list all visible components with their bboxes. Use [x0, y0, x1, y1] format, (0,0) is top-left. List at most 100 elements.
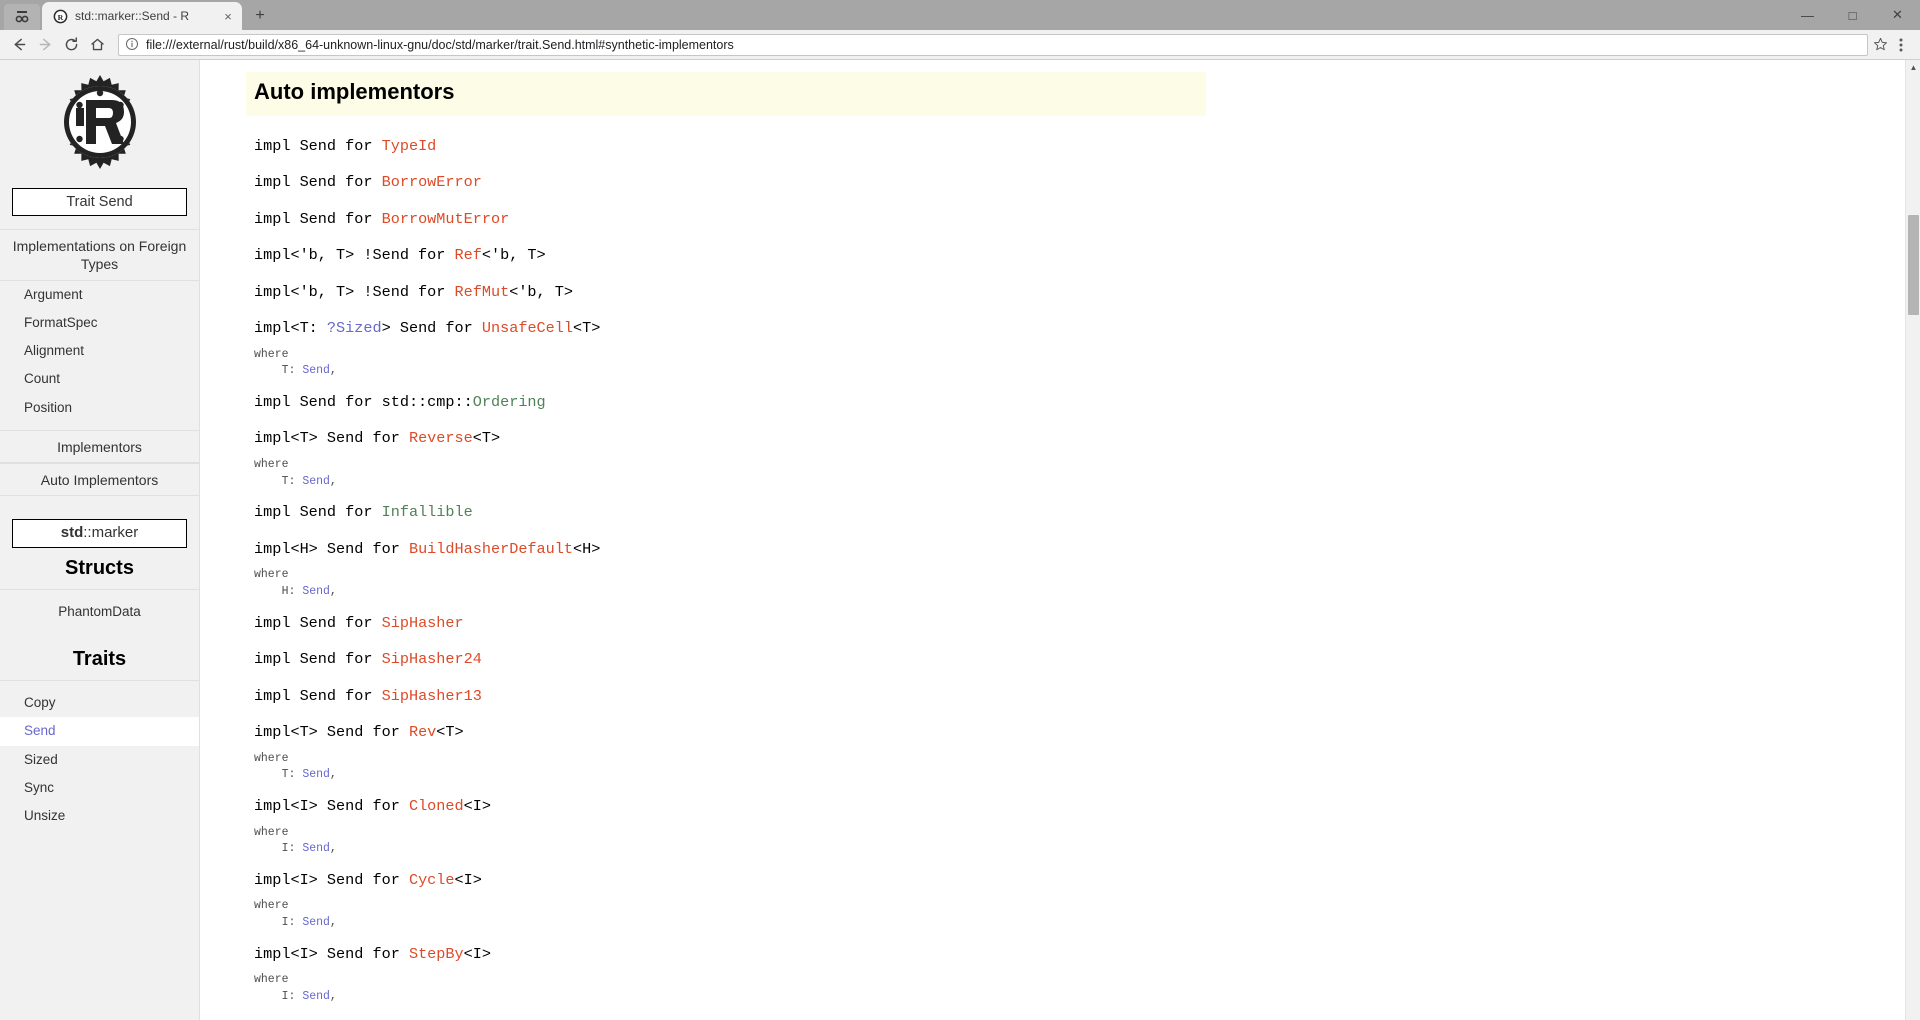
sidebar-item-sync[interactable]: Sync — [0, 774, 199, 802]
impl-block: impl Send for SipHasher — [246, 605, 1220, 642]
impl-type-link-trait[interactable]: ?Sized — [327, 319, 382, 337]
impl-type-link-struct[interactable]: BorrowError — [382, 173, 482, 191]
impl-signature-text: impl Send for — [254, 209, 382, 228]
impl-type-link-struct[interactable]: SipHasher — [382, 614, 464, 632]
sidebar-item-argument[interactable]: Argument — [0, 281, 199, 309]
impl-type-link-enum[interactable]: Ordering — [473, 393, 546, 411]
where-keyword: where — [254, 568, 289, 582]
impl-type-link-struct[interactable]: UnsafeCell — [482, 319, 573, 337]
impl-signature-text: impl<I> Send for — [254, 797, 409, 816]
sidebar-foreign-items: Argument FormatSpec Alignment Count Posi… — [0, 281, 199, 422]
sidebar-implementors-title[interactable]: Implementors — [0, 429, 199, 464]
where-param: T: — [254, 364, 303, 378]
impl-signature: impl Send for Infallible — [246, 494, 1220, 531]
impl-block: impl<I> Send for Cloned<I> where I: Send, — [246, 788, 1220, 862]
sidebar-crate-location[interactable]: std::marker — [12, 519, 187, 548]
where-param: I: — [254, 916, 303, 930]
where-keyword: where — [254, 825, 289, 839]
sidebar-item-sized[interactable]: Sized — [0, 746, 199, 774]
impl-block: impl Send for SipHasher24 — [246, 641, 1220, 678]
browser-tab[interactable]: R std::marker::Send - R × — [42, 2, 242, 30]
reload-button[interactable] — [58, 32, 84, 58]
impl-signature: impl<I> Send for StepBy<I> — [246, 936, 1220, 973]
impl-type-link-struct[interactable]: Cloned — [409, 797, 464, 815]
where-param: I: — [254, 842, 303, 856]
impl-type-link-struct[interactable]: Ref — [455, 246, 482, 264]
scrollbar-thumb[interactable] — [1908, 215, 1919, 315]
impl-type-link-struct[interactable]: SipHasher24 — [382, 650, 482, 668]
where-param: T: — [254, 768, 303, 782]
impl-signature-text: <T> — [436, 723, 464, 742]
impl-block: impl Send for BorrowMutError — [246, 201, 1220, 238]
content-scroll-area: Auto implementors impl Send for TypeId im… — [200, 60, 1920, 1020]
impl-type-link-struct[interactable]: Cycle — [409, 871, 455, 889]
window-minimize-button[interactable]: — — [1785, 0, 1830, 30]
impl-type-link-struct[interactable]: Rev — [409, 723, 436, 741]
where-tail: , — [329, 990, 337, 1003]
back-button[interactable] — [6, 32, 32, 58]
where-trait-link[interactable]: Send — [302, 916, 330, 929]
where-tail: , — [329, 916, 337, 930]
sidebar-item-position[interactable]: Position — [0, 394, 199, 422]
where-trait-link[interactable]: Send — [302, 475, 330, 488]
impl-type-link-struct[interactable]: BuildHasherDefault — [409, 540, 573, 558]
impl-signature-text: impl Send for — [254, 503, 382, 522]
impl-signature-text: impl<T> Send for — [254, 429, 409, 448]
where-trait-link[interactable]: Send — [302, 768, 330, 781]
impl-signature: impl<'b, T> !Send for RefMut<'b, T> — [246, 274, 1220, 311]
where-trait-link[interactable]: Send — [302, 585, 330, 598]
scroll-up-arrow-icon[interactable]: ▲ — [1906, 60, 1920, 75]
impl-signature: impl<I> Send for Cloned<I> — [246, 788, 1220, 825]
auto-implementors-list: impl Send for TypeId impl Send for Borrow… — [246, 128, 1220, 1010]
window-maximize-button[interactable]: □ — [1830, 0, 1875, 30]
impl-block: impl<I> Send for StepBy<I> where I: Send, — [246, 936, 1220, 1010]
sidebar-auto-implementors-title[interactable]: Auto Implementors — [0, 463, 199, 497]
home-button[interactable] — [84, 32, 110, 58]
vertical-scrollbar[interactable]: ▲ — [1905, 60, 1920, 1020]
where-trait-link[interactable]: Send — [302, 990, 330, 1003]
bookmark-star-icon[interactable] — [1872, 37, 1888, 52]
impl-type-link-struct[interactable]: Reverse — [409, 429, 473, 447]
forward-button[interactable] — [32, 32, 58, 58]
impl-type-link-struct[interactable]: SipHasher13 — [382, 687, 482, 705]
sidebar-traits-title: Traits — [0, 639, 199, 682]
impl-signature: impl Send for SipHasher24 — [246, 641, 1220, 678]
new-tab-button[interactable]: + — [246, 2, 274, 30]
address-bar[interactable]: file:///external/rust/build/x86_64-unkno… — [118, 33, 1868, 56]
window-close-button[interactable]: ✕ — [1875, 0, 1920, 30]
sidebar-item-send[interactable]: Send — [0, 717, 199, 746]
impl-type-link-struct[interactable]: StepBy — [409, 945, 464, 963]
sidebar-item-alignment[interactable]: Alignment — [0, 337, 199, 365]
page-title: Auto implementors — [246, 72, 1206, 116]
impl-type-link-struct[interactable]: RefMut — [455, 283, 510, 301]
where-trait-link[interactable]: Send — [302, 364, 330, 377]
impl-signature-text: <I> — [463, 797, 491, 816]
sidebar-item-unsize[interactable]: Unsize — [0, 802, 199, 830]
kebab-menu-icon — [1899, 38, 1903, 51]
rust-logo-container[interactable] — [0, 60, 199, 178]
sidebar-item-phantomdata[interactable]: PhantomData — [0, 598, 199, 626]
tab-close-icon[interactable]: × — [220, 8, 236, 24]
sidebar-item-count[interactable]: Count — [0, 365, 199, 393]
browser-menu-button[interactable] — [1888, 37, 1914, 53]
back-arrow-icon — [14, 38, 25, 51]
reload-icon — [65, 37, 77, 51]
where-clause: where I: Send, — [246, 972, 1220, 1009]
impl-signature-text: impl<'b, T> !Send for — [254, 282, 455, 301]
where-tail: , — [329, 768, 337, 782]
page-viewport: Trait Send Implementations on Foreign Ty… — [0, 60, 1920, 1020]
sidebar-item-copy[interactable]: Copy — [0, 689, 199, 717]
impl-type-link-struct[interactable]: BorrowMutError — [382, 210, 510, 228]
impl-signature: impl Send for SipHasher — [246, 605, 1220, 642]
where-trait-link[interactable]: Send — [302, 842, 330, 855]
impl-type-link-enum[interactable]: Infallible — [382, 503, 473, 521]
url-text[interactable]: file:///external/rust/build/x86_64-unkno… — [146, 38, 1861, 52]
sidebar-item-formatspec[interactable]: FormatSpec — [0, 309, 199, 337]
impl-type-link-struct[interactable]: TypeId — [382, 137, 437, 155]
site-info-icon[interactable] — [125, 37, 140, 52]
tab-search-button[interactable] — [4, 4, 40, 30]
where-tail: , — [329, 474, 337, 488]
impl-signature-text: > Send for — [381, 319, 482, 338]
sidebar-trait-location[interactable]: Trait Send — [12, 188, 187, 217]
